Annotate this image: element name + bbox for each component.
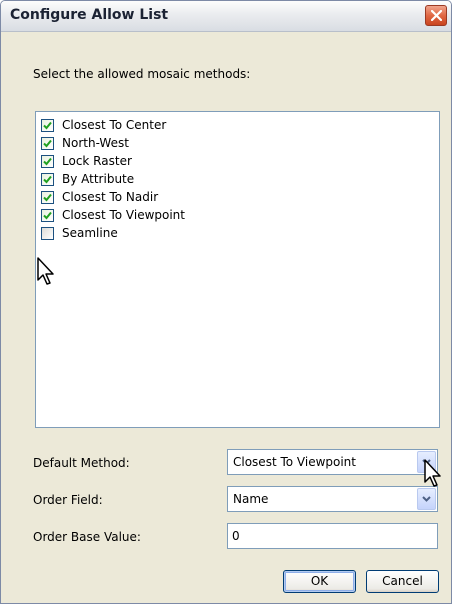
checkbox[interactable]	[41, 191, 54, 204]
list-item-label: Seamline	[62, 226, 118, 240]
checkbox[interactable]	[41, 155, 54, 168]
list-item-label: By Attribute	[62, 172, 135, 186]
list-item-seamline[interactable]: Seamline	[41, 225, 431, 243]
chevron-down-icon	[422, 496, 431, 502]
list-item-closest-to-nadir[interactable]: Closest To Nadir	[41, 189, 431, 207]
instruction-label: Select the allowed mosaic methods:	[33, 67, 251, 81]
check-icon	[43, 193, 52, 202]
list-item-label: Lock Raster	[62, 154, 132, 168]
checkbox[interactable]	[41, 119, 54, 132]
checkbox[interactable]	[41, 227, 54, 240]
close-button[interactable]	[425, 5, 447, 26]
order-field-label: Order Field:	[33, 493, 103, 507]
checkbox[interactable]	[41, 209, 54, 222]
check-icon	[43, 157, 52, 166]
list-item-north-west[interactable]: North-West	[41, 135, 431, 153]
list-item-closest-to-center[interactable]: Closest To Center	[41, 117, 431, 135]
title-bar[interactable]: Configure Allow List	[1, 1, 451, 32]
order-base-value-label: Order Base Value:	[33, 530, 141, 544]
order-base-value-input[interactable]	[232, 527, 427, 545]
check-icon	[43, 139, 52, 148]
checkbox[interactable]	[41, 173, 54, 186]
default-method-dropdown[interactable]: Closest To Viewpoint	[227, 449, 438, 475]
list-item-label: North-West	[62, 136, 129, 150]
cancel-button[interactable]: Cancel	[366, 570, 439, 593]
check-icon	[43, 121, 52, 130]
list-item-label: Closest To Center	[62, 118, 167, 132]
ok-button[interactable]: OK	[283, 570, 356, 593]
checkbox[interactable]	[41, 137, 54, 150]
dropdown-button[interactable]	[417, 451, 436, 473]
default-method-value: Closest To Viewpoint	[233, 455, 356, 469]
order-base-value-field[interactable]	[227, 523, 438, 549]
order-field-dropdown[interactable]: Name	[227, 486, 438, 512]
chevron-down-icon	[422, 459, 431, 465]
dialog-title: Configure Allow List	[10, 7, 169, 23]
list-item-closest-to-viewpoint[interactable]: Closest To Viewpoint	[41, 207, 431, 225]
check-icon	[43, 211, 52, 220]
order-field-value: Name	[233, 492, 269, 506]
list-item-label: Closest To Nadir	[62, 190, 159, 204]
mosaic-methods-list[interactable]: Closest To Center North-West Lock Raster…	[35, 111, 440, 428]
configure-allow-list-dialog: Configure Allow List Select the allowed …	[0, 0, 452, 604]
list-item-by-attribute[interactable]: By Attribute	[41, 171, 431, 189]
check-icon	[43, 175, 52, 184]
dropdown-button[interactable]	[417, 488, 436, 510]
default-method-label: Default Method:	[33, 456, 130, 470]
list-item-lock-raster[interactable]: Lock Raster	[41, 153, 431, 171]
close-x-icon	[431, 10, 442, 21]
list-item-label: Closest To Viewpoint	[62, 208, 185, 222]
